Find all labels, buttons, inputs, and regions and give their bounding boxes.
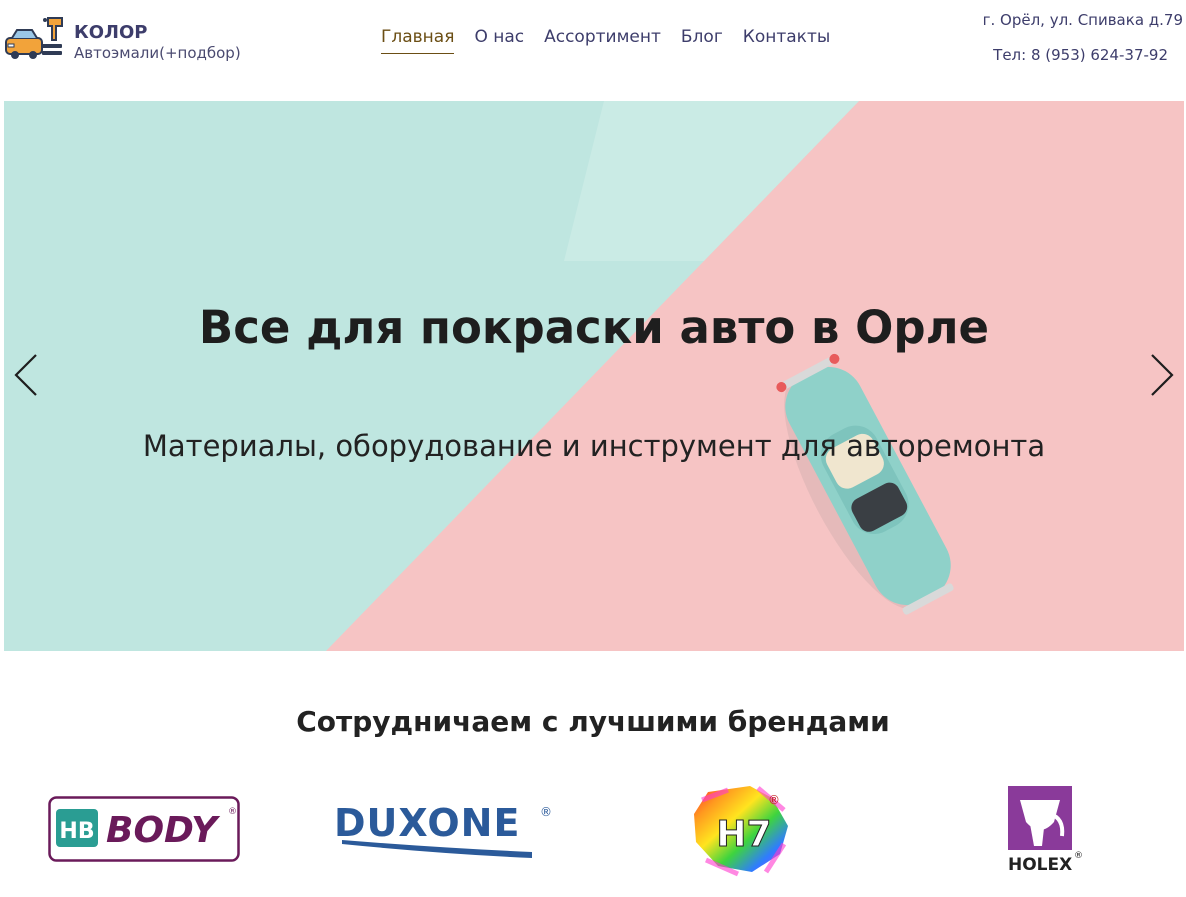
svg-text:®: ® [1074,851,1083,861]
duxone-brand-text: DUXONE [334,801,520,845]
h7-brand-text: H7 [716,814,771,855]
svg-text:®: ® [540,805,552,819]
svg-text:®: ® [768,793,780,807]
hero-title: Все для покраски авто в Орле [198,301,990,354]
chevron-left-icon[interactable] [12,351,42,399]
brand-name: КОЛОР [74,22,148,43]
main-nav: Главная О нас Ассортимент Блог Контакты [381,27,830,54]
nav-item-blog[interactable]: Блог [681,27,723,54]
phone[interactable]: Тел: 8 (953) 624-37-92 [983,45,1168,65]
hero-slider: Все для покраски авто в Орле Материалы, … [4,101,1184,651]
brand-logo-duxone[interactable]: DUXONE ® [332,796,562,862]
brand-logo-h7[interactable]: H7 ® [688,780,800,880]
holex-brand-text: HOLEX [1008,855,1072,875]
hero-subtitle: Материалы, оборудование и инструмент для… [142,429,1046,463]
hero-background-image [4,101,1184,651]
car-spray-gun-icon [5,17,63,59]
header-contacts: г. Орёл, ул. Спивака д.79 Тел: 8 (953) 6… [983,10,1183,65]
nav-item-about[interactable]: О нас [474,27,524,54]
nav-item-home[interactable]: Главная [381,27,455,54]
brands-title: Сотрудничаем с лучшими брендами [296,705,890,738]
brand-logo-body[interactable]: HB BODY ® [48,796,240,862]
address: г. Орёл, ул. Спивака д.79 [982,11,1183,29]
brand-subtitle: Автоэмали(+подбор) [74,44,241,62]
chevron-right-icon[interactable] [1146,351,1176,399]
brands-carousel: HB BODY ® DUXONE ® H7 ® HOLEX ® [0,770,1186,890]
body-brand-text: BODY [106,810,221,851]
brand-logo-holex[interactable]: HOLEX ® [1004,784,1084,876]
logo-link[interactable]: КОЛОР Автоэмали(+подбор) [4,14,241,66]
nav-item-catalog[interactable]: Ассортимент [544,27,661,54]
svg-text:®: ® [228,807,237,817]
site-header: КОЛОР Автоэмали(+подбор) Главная О нас А… [0,0,1186,100]
nav-item-contacts[interactable]: Контакты [743,27,831,54]
body-badge-text: HB [59,819,94,844]
